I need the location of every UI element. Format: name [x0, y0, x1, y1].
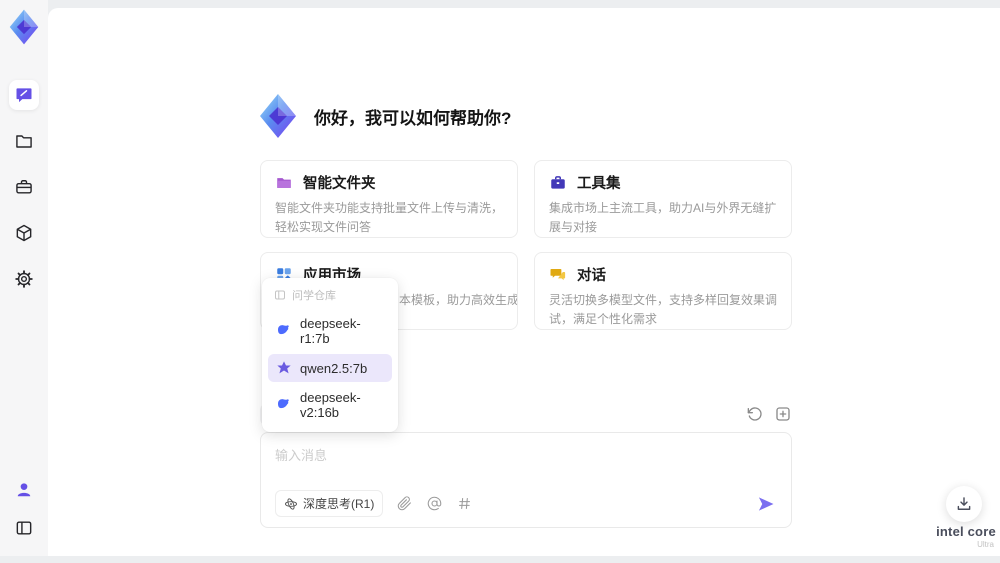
- history-button[interactable]: [746, 405, 764, 423]
- qwen-icon: [277, 361, 291, 374]
- deep-think-toggle[interactable]: 深度思考(R1): [275, 490, 384, 517]
- sidebar-item-folders[interactable]: [9, 126, 39, 156]
- intel-logo-text: intel core: [936, 524, 996, 539]
- smart-folder-icon: [277, 177, 291, 188]
- new-chat-icon: [776, 407, 790, 421]
- composer-placeholder: 输入消息: [275, 448, 328, 463]
- card-desc: 智能文件夹功能支持批量文件上传与清洗，轻松实现文件问答: [275, 201, 504, 234]
- folder-icon: [16, 135, 32, 148]
- download-icon: [957, 497, 971, 510]
- card-toolset[interactable]: 工具集 集成市场上主流工具，助力AI与外界无缝扩展与对接: [534, 160, 792, 238]
- intel-logo-sub: Ultra: [977, 540, 994, 549]
- sidebar-item-collapse-panel[interactable]: [10, 514, 38, 542]
- sidebar-item-models[interactable]: [9, 218, 39, 248]
- model-dropdown: 问学仓库 deepseek-r1:7b qwen2.5:7b deepseek-…: [262, 278, 398, 432]
- sidebar-nav: [9, 80, 39, 294]
- history-icon: [747, 407, 762, 421]
- model-option-label: deepseek-v2:16b: [300, 390, 361, 420]
- model-option-deepseek-v2[interactable]: deepseek-v2:16b: [268, 384, 392, 426]
- toolbar-icons: [746, 405, 792, 423]
- grid-icon: [459, 497, 471, 510]
- toolbox-icon: [16, 180, 32, 194]
- sidebar-item-settings[interactable]: [9, 264, 39, 294]
- card-title: 智能文件夹: [303, 176, 376, 192]
- model-option-qwen[interactable]: qwen2.5:7b: [268, 354, 392, 382]
- card-head: 对话: [549, 264, 777, 285]
- model-option-label: deepseek-r1:7b: [300, 316, 361, 346]
- prompt-grid-button[interactable]: [456, 495, 473, 512]
- send-button[interactable]: [755, 493, 777, 515]
- new-chat-button[interactable]: [774, 405, 792, 423]
- deepseek-icon: [278, 399, 289, 409]
- user-icon: [17, 483, 31, 497]
- greeting-header: 你好，我可以如何帮助你?: [254, 92, 511, 140]
- intel-core-badge: intel core Ultra: [932, 524, 1000, 549]
- chat-icon: [16, 88, 32, 103]
- attach-button[interactable]: [396, 495, 413, 512]
- card-head: 智能文件夹: [275, 172, 503, 193]
- greeting-title: 你好，我可以如何帮助你?: [314, 108, 512, 128]
- composer-toolbar: 深度思考(R1): [275, 490, 777, 517]
- sidebar: [0, 0, 48, 556]
- sidebar-bottom: [10, 476, 38, 542]
- deepseek-icon: [278, 325, 289, 335]
- model-dropdown-header: 问学仓库: [268, 284, 392, 308]
- model-option-label: qwen2.5:7b: [300, 360, 368, 376]
- mention-button[interactable]: [426, 495, 443, 512]
- model-option-deepseek-r1[interactable]: deepseek-r1:7b: [268, 310, 392, 352]
- card-smart-folder[interactable]: 智能文件夹 智能文件夹功能支持批量文件上传与清洗，轻松实现文件问答: [260, 160, 518, 238]
- dialog-icon: [550, 268, 566, 280]
- atom-icon: [284, 497, 298, 510]
- app-logo: [5, 8, 43, 46]
- sidebar-item-toolbox[interactable]: [9, 172, 39, 202]
- sidebar-item-account[interactable]: [10, 476, 38, 504]
- card-desc: 集成市场上主流工具，助力AI与外界无缝扩展与对接: [549, 201, 777, 234]
- library-icon: [275, 290, 285, 300]
- card-title: 对话: [577, 268, 606, 284]
- send-icon: [758, 496, 774, 511]
- main-panel: 你好，我可以如何帮助你? 智能文件夹 智能文件夹功能支持批量文件上传与清洗，轻松…: [48, 8, 1000, 556]
- card-title: 工具集: [577, 176, 621, 192]
- card-dialog[interactable]: 对话 灵活切换多模型文件，支持多样回复效果调试，满足个性化需求: [534, 252, 792, 330]
- card-head: 工具集: [549, 172, 777, 193]
- settings-icon: [15, 270, 33, 288]
- deep-think-label: 深度思考(R1): [303, 497, 375, 511]
- toolset-icon: [551, 175, 565, 189]
- sidebar-item-chat[interactable]: [9, 80, 39, 110]
- app-window: 你好，我可以如何帮助你? 智能文件夹 智能文件夹功能支持批量文件上传与清洗，轻松…: [0, 0, 1000, 563]
- model-dropdown-header-label: 问学仓库: [292, 290, 336, 302]
- panel-icon: [16, 521, 32, 535]
- at-icon: [428, 496, 442, 511]
- card-desc: 灵活切换多模型文件，支持多样回复效果调试，满足个性化需求: [549, 293, 778, 326]
- gem-logo-icon: [9, 9, 39, 45]
- attachment-icon: [398, 496, 412, 511]
- message-composer[interactable]: 输入消息 深度思考(R1): [260, 432, 792, 528]
- gem-logo-icon: [260, 94, 296, 138]
- download-fab-button[interactable]: [946, 486, 982, 522]
- cube-icon: [16, 224, 32, 242]
